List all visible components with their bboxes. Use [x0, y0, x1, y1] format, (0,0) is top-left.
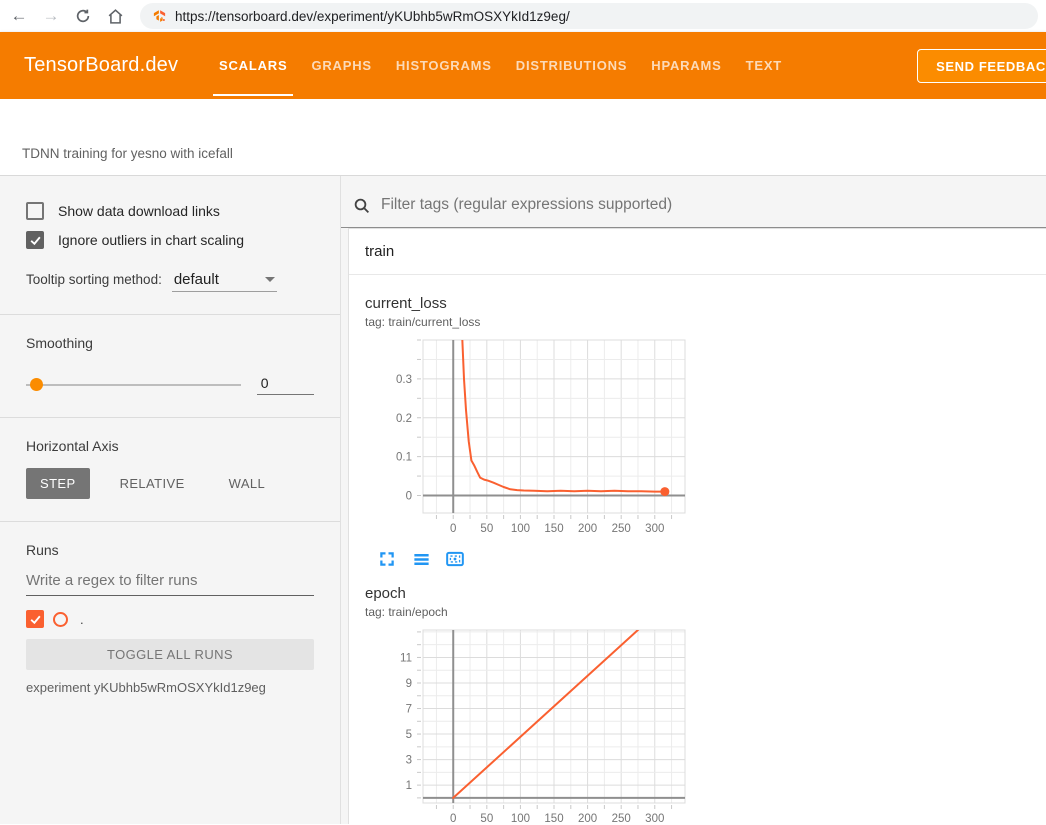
address-bar[interactable]: https://tensorboard.dev/experiment/yKUbh… [140, 3, 1038, 29]
slider-thumb-icon[interactable] [30, 378, 43, 391]
svg-text:1: 1 [406, 780, 412, 792]
axis-wall-button[interactable]: WALL [215, 468, 280, 499]
tensorboard-favicon-icon [152, 9, 167, 24]
axis-relative-button[interactable]: RELATIVE [106, 468, 199, 499]
tab-graphs[interactable]: GRAPHS [299, 32, 383, 99]
app-logo[interactable]: TensorBoard.dev [24, 54, 178, 77]
browser-toolbar: ← → https://tensorboard.dev/experiment/y… [0, 0, 1046, 32]
forward-icon[interactable]: → [40, 5, 62, 27]
run-color-swatch-icon[interactable] [53, 612, 68, 627]
svg-text:200: 200 [578, 523, 597, 535]
tag-filter-row [341, 176, 1046, 228]
tooltip-sorting-row: Tooltip sorting method: default [26, 271, 314, 292]
svg-text:5: 5 [406, 729, 412, 741]
horizontal-axis-label: Horizontal Axis [26, 438, 314, 454]
show-download-links-row[interactable]: Show data download links [26, 202, 314, 220]
expand-card-icon[interactable] [377, 549, 397, 569]
charts-grid: current_loss tag: train/current_loss 050… [349, 275, 1046, 824]
smoothing-value[interactable]: 0 [257, 375, 314, 395]
runs-label: Runs [26, 542, 314, 558]
chart-tag: tag: train/current_loss [365, 315, 695, 329]
line-chart[interactable]: 0 50 100 150 200 250 300 1 3 5 7 9 11 [365, 627, 691, 824]
experiment-id-caption: experiment yKUbhb5wRmOSXYkId1z9eg [26, 680, 314, 695]
svg-text:300: 300 [645, 523, 664, 535]
ignore-outliers-checkbox[interactable] [26, 231, 44, 249]
run-item[interactable]: . [26, 610, 314, 628]
chart-actions [365, 549, 695, 569]
svg-text:0.3: 0.3 [396, 374, 412, 386]
send-feedback-button[interactable]: SEND FEEDBACK [917, 49, 1046, 83]
tab-hparams[interactable]: HPARAMS [639, 32, 733, 99]
checkbox-label[interactable]: Ignore outliers in chart scaling [58, 232, 244, 248]
url-text[interactable]: https://tensorboard.dev/experiment/yKUbh… [175, 9, 570, 24]
back-icon[interactable]: ← [8, 5, 30, 27]
tab-text[interactable]: TEXT [734, 32, 794, 99]
smoothing-label: Smoothing [26, 335, 314, 351]
tooltip-sorting-label: Tooltip sorting method: [26, 272, 162, 287]
svg-text:200: 200 [578, 813, 597, 824]
tensorboard-page: ← → https://tensorboard.dev/experiment/y… [0, 0, 1046, 825]
svg-text:0: 0 [450, 523, 456, 535]
svg-text:0.1: 0.1 [396, 452, 412, 464]
tab-histograms[interactable]: HISTOGRAMS [384, 32, 504, 99]
svg-text:0.2: 0.2 [396, 413, 412, 425]
svg-text:7: 7 [406, 704, 412, 716]
smoothing-slider[interactable] [26, 384, 241, 386]
svg-text:9: 9 [406, 678, 412, 690]
divider [0, 314, 340, 315]
app-header: TensorBoard.dev SCALARS GRAPHS HISTOGRAM… [0, 32, 1046, 99]
svg-text:50: 50 [480, 523, 493, 535]
svg-text:250: 250 [612, 813, 631, 824]
chart-card-epoch: epoch tag: train/epoch 0 50 100 150 200 250 30… [365, 585, 695, 824]
search-icon [353, 197, 371, 215]
tag-filter-input[interactable] [381, 196, 1046, 224]
divider [0, 521, 340, 522]
svg-text:100: 100 [511, 813, 530, 824]
horizontal-axis-options: STEP RELATIVE WALL [26, 468, 314, 499]
scalars-dashboard: train current_loss tag: train/current_lo… [341, 176, 1046, 824]
chart-title: current_loss [365, 295, 695, 312]
experiment-title: TDNN training for yesno with icefall [22, 146, 233, 161]
tab-scalars[interactable]: SCALARS [207, 32, 299, 99]
svg-text:3: 3 [406, 755, 412, 767]
svg-text:150: 150 [544, 813, 563, 824]
chart-title: epoch [365, 585, 695, 602]
reload-icon[interactable] [72, 5, 94, 27]
top-nav: SCALARS GRAPHS HISTOGRAMS DISTRIBUTIONS … [207, 32, 794, 99]
home-icon[interactable] [104, 5, 126, 27]
fit-domain-icon[interactable] [445, 549, 465, 569]
experiment-bar: TDNN training for yesno with icefall [0, 99, 1046, 176]
check-icon [29, 234, 42, 247]
svg-text:100: 100 [511, 523, 530, 535]
axis-step-button[interactable]: STEP [26, 468, 90, 499]
ignore-outliers-row[interactable]: Ignore outliers in chart scaling [26, 231, 314, 249]
toggle-all-runs-button[interactable]: TOGGLE ALL RUNS [26, 639, 314, 670]
svg-text:0: 0 [450, 813, 456, 824]
svg-text:300: 300 [645, 813, 664, 824]
tab-distributions[interactable]: DISTRIBUTIONS [504, 32, 640, 99]
svg-text:250: 250 [612, 523, 631, 535]
svg-text:150: 150 [544, 523, 563, 535]
settings-sidebar: Show data download links Ignore outliers… [0, 176, 341, 824]
divider [0, 417, 340, 418]
checkbox-label[interactable]: Show data download links [58, 203, 220, 219]
svg-text:50: 50 [480, 813, 493, 824]
run-name[interactable]: . [77, 612, 84, 627]
check-icon [29, 613, 42, 626]
svg-text:0: 0 [406, 491, 412, 503]
toggle-log-scale-icon[interactable] [411, 549, 431, 569]
show-download-links-checkbox[interactable] [26, 202, 44, 220]
tooltip-sorting-select[interactable]: default [172, 271, 277, 292]
select-value[interactable]: default [174, 271, 219, 288]
chevron-down-icon [265, 277, 275, 282]
chart-tag: tag: train/epoch [365, 605, 695, 619]
chart-card-current-loss: current_loss tag: train/current_loss 0 50… [365, 295, 695, 569]
svg-text:11: 11 [400, 652, 412, 664]
run-checkbox[interactable] [26, 610, 44, 628]
line-chart[interactable]: 0 50 100 150 200 250 300 0 0.1 0.2 0.3 [365, 337, 691, 543]
smoothing-row: 0 [26, 375, 314, 395]
train-section-card: train current_loss tag: train/current_lo… [348, 228, 1046, 824]
runs-filter-input[interactable] [26, 572, 314, 596]
train-section-header[interactable]: train [349, 229, 1046, 275]
